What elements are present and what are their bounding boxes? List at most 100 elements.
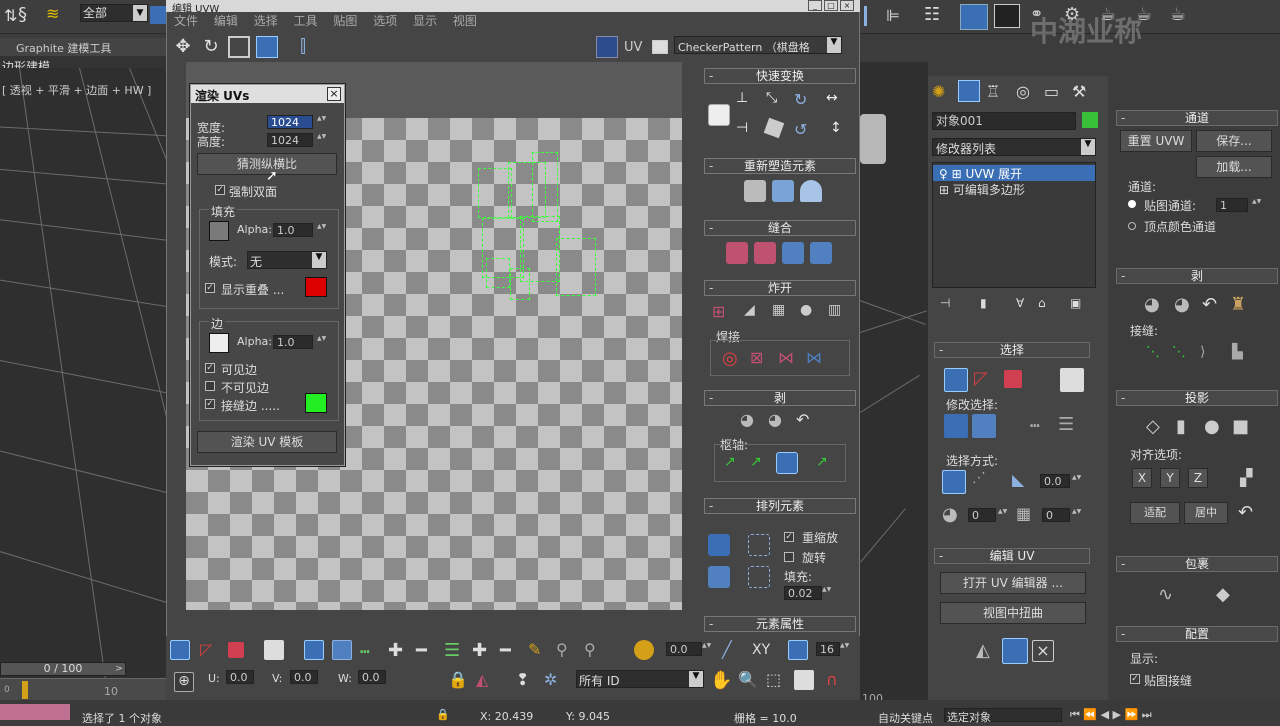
box-map-icon[interactable]: ■ bbox=[1232, 416, 1252, 437]
show-map-icon[interactable] bbox=[596, 36, 618, 58]
channel-header[interactable]: 通道 bbox=[1116, 110, 1278, 126]
auto-key-button[interactable]: 自动关键点 bbox=[878, 710, 933, 726]
grid-size-spinner[interactable]: ▲▼ bbox=[840, 642, 849, 656]
stitch-average-icon[interactable] bbox=[782, 242, 804, 264]
stitch-target-icon[interactable] bbox=[754, 242, 776, 264]
expand-icon[interactable]: ⊞ bbox=[939, 183, 949, 197]
absolute-mode-icon[interactable]: ⊕ bbox=[174, 672, 194, 692]
maximize-icon[interactable]: □ bbox=[824, 0, 838, 11]
render-frame-icon[interactable]: ☕ bbox=[1170, 4, 1194, 28]
close-icon[interactable]: × bbox=[840, 0, 854, 11]
force-2sided-checkbox[interactable]: ✓ bbox=[215, 185, 225, 195]
uv-display-icon[interactable] bbox=[652, 40, 668, 54]
shrink-ring-icon[interactable]: ━ bbox=[500, 640, 520, 661]
face-mode-icon[interactable] bbox=[228, 642, 244, 658]
padding-input[interactable]: 0.02 bbox=[784, 586, 822, 600]
fill-color-swatch[interactable] bbox=[209, 221, 229, 241]
relax-icon[interactable] bbox=[772, 180, 794, 202]
rotate-90-icon[interactable]: ↻ bbox=[794, 90, 807, 109]
y-coordinate[interactable]: Y: 9.045 bbox=[566, 710, 610, 723]
viewport-strip-right[interactable] bbox=[860, 62, 928, 700]
edit-seams-icon[interactable]: ⋱ bbox=[1146, 344, 1166, 364]
shrink-loop-icon[interactable]: ━ bbox=[416, 640, 436, 661]
id-filter-dropdown[interactable]: 所有 ID ▼ bbox=[576, 670, 704, 688]
stack-item-uvw[interactable]: ♀ ⊞ UVW 展开 bbox=[933, 165, 1095, 181]
expand-seams-icon[interactable]: ▙ bbox=[1232, 344, 1252, 364]
fit-button[interactable]: 适配 bbox=[1130, 502, 1180, 524]
lock-icon[interactable]: 🔒 bbox=[448, 670, 468, 690]
reset-peel-icon[interactable]: ↶ bbox=[796, 410, 818, 432]
pin-icon[interactable]: ↗ bbox=[724, 454, 746, 476]
menu-options[interactable]: 选项 bbox=[373, 12, 397, 29]
zoom-extents-icon[interactable] bbox=[794, 670, 814, 690]
edit-uv-header[interactable]: 编辑 UV bbox=[934, 548, 1090, 564]
create-tab-icon[interactable]: ✺ bbox=[932, 82, 945, 101]
map-channel-input[interactable]: 1 bbox=[1216, 198, 1248, 212]
straighten-selection-icon[interactable] bbox=[744, 180, 766, 202]
quick-peel-cmd-icon[interactable]: ◕ bbox=[1144, 294, 1164, 315]
freeform-icon[interactable] bbox=[256, 36, 278, 58]
grid-size-value[interactable]: 16 bbox=[816, 642, 840, 656]
edge-alpha-input[interactable]: 1.0 bbox=[273, 335, 313, 349]
show-overlap-checkbox[interactable]: ✓ bbox=[205, 283, 215, 293]
edge-loop-seam-icon[interactable]: ⟩ bbox=[1200, 344, 1220, 364]
object-name-input[interactable]: 对象001 bbox=[932, 112, 1076, 130]
loop-select-icon[interactable]: ┅ bbox=[1030, 416, 1050, 436]
element-threshold-spinner[interactable]: ▲▼ bbox=[998, 508, 1007, 522]
rotate-checkbox[interactable] bbox=[784, 552, 794, 562]
align-icon[interactable] bbox=[864, 6, 880, 26]
viewport-perspective[interactable] bbox=[0, 68, 166, 708]
zoom-icon[interactable]: 🔍 bbox=[738, 670, 758, 690]
fill-alpha-input[interactable]: 1.0 bbox=[273, 223, 313, 237]
link-icon[interactable]: § bbox=[18, 4, 38, 25]
pack-custom-icon[interactable] bbox=[708, 534, 730, 556]
padding-spinner[interactable]: ▲▼ bbox=[822, 586, 831, 600]
explode-header[interactable]: 炸开 bbox=[704, 280, 856, 296]
grid-threshold-input[interactable]: 0 bbox=[1042, 508, 1070, 522]
reset-projection-icon[interactable]: ↶ bbox=[1238, 502, 1258, 523]
time-next-icon[interactable]: > bbox=[112, 662, 126, 676]
map-channel-radio[interactable] bbox=[1128, 200, 1136, 208]
invisible-edges-checkbox[interactable] bbox=[205, 381, 215, 391]
vertex-select-icon[interactable] bbox=[944, 368, 968, 392]
rescale-checkbox[interactable]: ✓ bbox=[784, 532, 794, 542]
quick-peel-icon[interactable]: ◕ bbox=[740, 410, 762, 432]
hierarchy-tab-icon[interactable]: ♖ bbox=[986, 82, 1000, 101]
menu-tools[interactable]: 工具 bbox=[294, 12, 318, 29]
time-slider[interactable]: 0 / 100 bbox=[0, 662, 126, 676]
modify-tab-icon[interactable] bbox=[958, 80, 980, 102]
angle-spinner[interactable]: ▲▼ bbox=[1072, 474, 1081, 488]
reset-uvw-button[interactable]: 重置 UVW bbox=[1120, 130, 1192, 152]
reset-peel-cmd-icon[interactable]: ↶ bbox=[1202, 294, 1222, 315]
falloff-line-icon[interactable]: ╱ bbox=[722, 640, 742, 660]
element-props-header[interactable]: 元素属性 bbox=[704, 616, 856, 632]
align-vertical-icon[interactable]: ⊥ bbox=[736, 90, 748, 106]
align-horizontal-icon[interactable]: ⊣ bbox=[736, 120, 748, 136]
stitch-source-icon[interactable] bbox=[810, 242, 832, 264]
edge-alpha-spinner[interactable]: ▲▼ bbox=[317, 335, 326, 349]
selection-lock-icon[interactable]: 🔒 bbox=[436, 708, 450, 721]
uv-island[interactable] bbox=[532, 152, 558, 222]
time-marker[interactable] bbox=[22, 681, 28, 699]
rotate-minus-90-icon[interactable]: ↺ bbox=[794, 120, 807, 139]
quick-planar-active-icon[interactable] bbox=[1002, 638, 1028, 664]
selection-filter-dropdown[interactable]: 全部 ▼ bbox=[80, 4, 148, 22]
menu-file[interactable]: 文件 bbox=[174, 12, 198, 29]
select-object-icon[interactable] bbox=[150, 6, 166, 24]
checker-dropdown[interactable]: CheckerPattern （棋盘格 ▼ bbox=[674, 36, 842, 54]
seam-color-swatch[interactable] bbox=[305, 393, 327, 413]
stack-item-editpoly[interactable]: ⊞ 可编辑多边形 bbox=[933, 181, 1095, 197]
relax-until-flat-icon[interactable] bbox=[800, 180, 822, 202]
open-uv-editor-button[interactable]: 打开 UV 编辑器 ... bbox=[940, 572, 1086, 594]
curve-editor-icon[interactable] bbox=[994, 4, 1020, 28]
object-preview[interactable] bbox=[860, 114, 886, 164]
angle-input[interactable]: 0.0 bbox=[1040, 474, 1070, 488]
map-seams-checkbox[interactable]: ✓ bbox=[1130, 674, 1140, 684]
close-icon[interactable]: × bbox=[327, 87, 341, 101]
flatten-by-material-icon[interactable]: ● bbox=[800, 302, 822, 324]
point-to-point-icon[interactable]: ⋰ bbox=[972, 470, 992, 490]
projection-header[interactable]: 投影 bbox=[1116, 390, 1278, 406]
uv-island[interactable] bbox=[478, 168, 512, 218]
convert-edge-icon[interactable]: ♜ bbox=[1230, 294, 1250, 315]
pin-stack-icon[interactable]: ⊣ bbox=[940, 296, 950, 310]
